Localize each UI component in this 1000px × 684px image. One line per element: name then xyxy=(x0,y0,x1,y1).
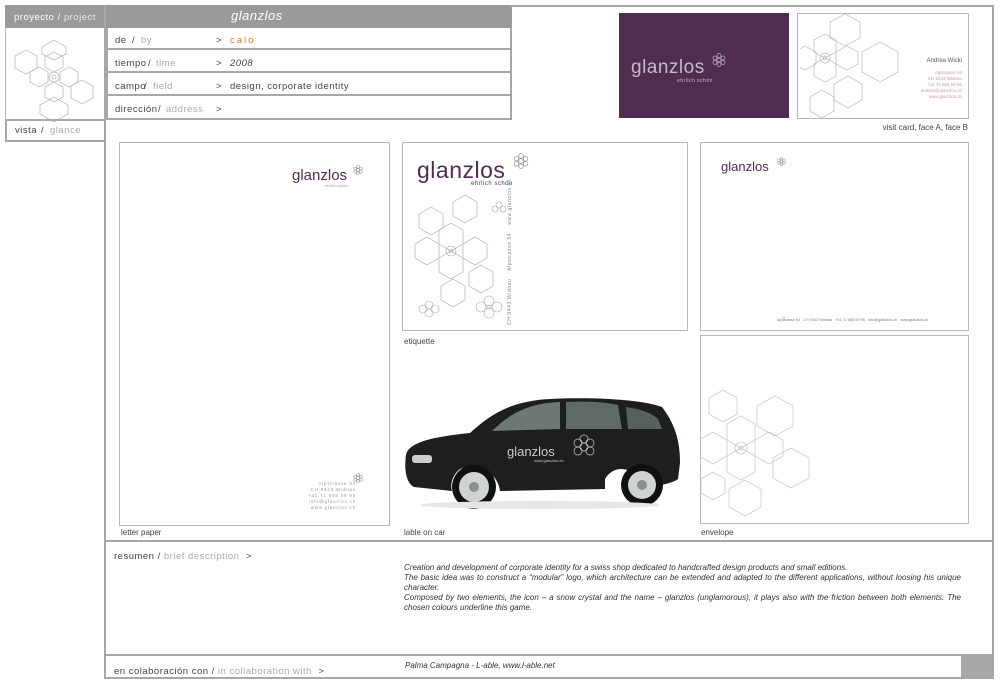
vista-top-line xyxy=(5,119,106,121)
resumen-en: brief description xyxy=(163,551,240,562)
vista-tab: vista / glance xyxy=(5,120,106,142)
vista-sep: / xyxy=(41,125,45,136)
snow-crystal-icon xyxy=(353,165,363,175)
snow-crystal-icon xyxy=(14,39,94,122)
collab-sep: / xyxy=(208,666,218,677)
project-tab-en: project xyxy=(63,12,96,23)
corner-block xyxy=(961,656,994,679)
collab-value[interactable]: Palma Campagna - L-able, www.l-able.net xyxy=(405,661,555,670)
resumen-arrow: > xyxy=(245,551,252,562)
collab-divider xyxy=(104,654,994,656)
etiquette-caption: etiquette xyxy=(404,337,435,346)
collab-es: en colaboración con xyxy=(114,666,209,677)
envelope-footer: Alpstrasse 54 CH 9443 Widnau +41 71 665 … xyxy=(777,318,929,322)
etiquette[interactable]: glanzlos ehrlich schön CH 9443 Widnau Al… xyxy=(402,142,688,331)
vista-es: vista xyxy=(15,125,38,136)
snow-crystal-icon xyxy=(513,153,529,169)
right-frame-line xyxy=(992,5,994,120)
snow-crystal-pattern xyxy=(701,389,810,517)
letter-address: Alpstrasse 54 CH 9443 Widnau +41 71 665 … xyxy=(308,481,356,511)
letter-brand-tagline: ehrlich schön xyxy=(325,183,349,188)
address-line: www.glanzlos.ch xyxy=(310,505,356,510)
envelope-brand-name: glanzlos xyxy=(721,159,769,174)
snow-crystal-icon xyxy=(777,157,786,166)
logo-thumbnail xyxy=(5,28,106,122)
letter-paper[interactable]: glanzlos ehrlich schön Alpstrasse 54 CH … xyxy=(119,142,390,526)
snow-crystal-icon xyxy=(782,316,785,319)
etiquette-vertical-address: CH 9443 Widnau Alpstrasse 54 www.glanzlo… xyxy=(507,178,513,325)
envelope-front[interactable]: glanzlos Alpstrasse 54 CH 9443 Widnau +4… xyxy=(700,142,969,331)
letter-brand-name: glanzlos xyxy=(292,167,348,184)
resumen-es: resumen xyxy=(114,551,155,562)
project-tab-es: proyecto xyxy=(14,12,55,23)
description-text: Creation and development of corporate id… xyxy=(404,563,961,612)
resumen-sep: / xyxy=(154,551,164,562)
car-image[interactable]: glanzlos www.glanzlos.ch xyxy=(400,393,684,511)
resumen-divider xyxy=(104,540,994,542)
collab-en: in collaboration with xyxy=(217,666,312,677)
collab-label: en colaboración con / in collaboration w… xyxy=(114,661,324,679)
collab-arrow: > xyxy=(318,666,325,677)
resumen-label: resumen / brief description > xyxy=(114,546,252,564)
letter-caption: letter paper xyxy=(121,528,162,537)
project-tab-sep: / xyxy=(54,12,64,23)
vista-en: glance xyxy=(50,125,81,136)
project-tab: proyecto / project xyxy=(5,5,106,28)
car-brand-name: glanzlos xyxy=(507,444,555,459)
car-caption: lable on car xyxy=(404,528,446,537)
right-top-frame-line xyxy=(510,5,994,7)
envelope-back[interactable] xyxy=(700,335,969,524)
car-brand-url: www.glanzlos.ch xyxy=(534,458,564,463)
envelope-caption: envelope xyxy=(701,528,734,537)
snow-crystal-pattern xyxy=(414,195,507,319)
etiquette-brand-name: glanzlos xyxy=(417,157,506,183)
